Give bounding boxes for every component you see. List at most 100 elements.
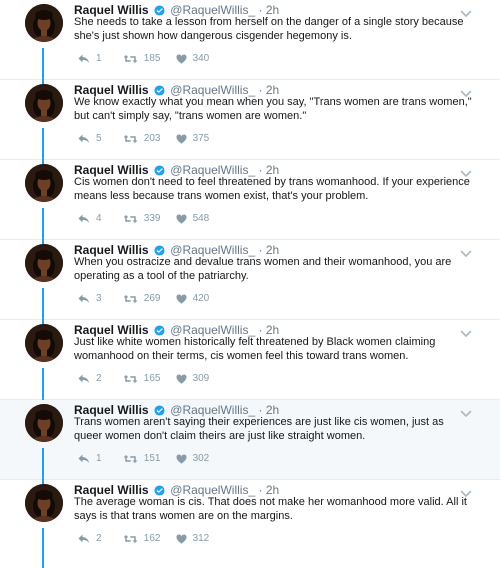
like-button[interactable]: 375 [176,133,216,144]
retweet-count: 203 [143,133,161,144]
tweet-text: Cis women don't need to feel threatened … [74,176,470,202]
like-button[interactable]: 548 [176,213,216,224]
avatar[interactable] [25,484,63,522]
reply-button[interactable]: 4 [78,213,120,224]
retweet-icon [123,454,138,463]
chevron-down-icon[interactable] [460,165,472,177]
tweet[interactable]: Raquel Willis @RaquelWillis_ · 2h She ne… [0,0,500,86]
avatar[interactable] [25,404,63,442]
author-name[interactable]: Raquel Willis [74,483,149,497]
tweet-timestamp[interactable]: 2h [266,323,279,337]
like-count: 548 [192,213,210,224]
retweet-button[interactable]: 162 [123,533,173,544]
separator-dot: · [258,163,263,177]
author-handle[interactable]: @RaquelWillis_ [170,3,255,17]
separator-dot: · [258,83,263,97]
retweet-icon [123,534,138,543]
author-name[interactable]: Raquel Willis [74,243,149,257]
reply-count: 4 [96,213,102,224]
avatar[interactable] [25,84,63,122]
retweet-button[interactable]: 203 [123,133,173,144]
reply-button[interactable]: 2 [78,533,120,544]
reply-count: 5 [96,133,102,144]
heart-icon [176,453,187,464]
author-name[interactable]: Raquel Willis [74,3,149,17]
like-button[interactable]: 312 [176,533,216,544]
tweet-timestamp[interactable]: 2h [266,403,279,417]
tweet-timestamp[interactable]: 2h [266,243,279,257]
reply-icon [78,454,89,463]
like-button[interactable]: 340 [176,53,216,64]
author-handle[interactable]: @RaquelWillis_ [170,403,255,417]
tweet-timestamp[interactable]: 2h [266,3,279,17]
chevron-down-icon[interactable] [460,245,472,257]
retweet-button[interactable]: 185 [123,53,173,64]
reply-button[interactable]: 1 [78,453,120,464]
author-name[interactable]: Raquel Willis [74,83,149,97]
reply-icon [78,534,89,543]
retweet-button[interactable]: 269 [123,293,173,304]
author-name[interactable]: Raquel Willis [74,163,149,177]
avatar[interactable] [25,244,63,282]
retweet-icon [123,294,138,303]
author-name[interactable]: Raquel Willis [74,323,149,337]
tweet-text: We know exactly what you mean when you s… [74,96,472,122]
like-button[interactable]: 420 [176,293,216,304]
reply-count: 1 [96,53,102,64]
author-handle[interactable]: @RaquelWillis_ [170,163,255,177]
avatar[interactable] [25,4,63,42]
retweet-count: 269 [143,293,161,304]
heart-icon [176,53,187,64]
like-count: 375 [192,133,210,144]
author-handle[interactable]: @RaquelWillis_ [170,483,255,497]
tweet-timestamp[interactable]: 2h [266,83,279,97]
tweet-timestamp[interactable]: 2h [266,483,279,497]
tweet-thread: Raquel Willis @RaquelWillis_ · 2h She ne… [0,0,500,568]
tweet[interactable]: Raquel Willis @RaquelWillis_ · 2h The av… [0,480,500,568]
like-count: 420 [192,293,210,304]
tweet-text: Trans women aren't saying their experien… [74,416,444,442]
author-handle[interactable]: @RaquelWillis_ [170,83,255,97]
tweet[interactable]: Raquel Willis @RaquelWillis_ · 2h Just l… [0,320,500,406]
retweet-icon [123,374,138,383]
heart-icon [176,293,187,304]
tweet-actions: 4 339 548 [78,213,216,224]
retweet-count: 151 [143,453,161,464]
reply-button[interactable]: 3 [78,293,120,304]
reply-button[interactable]: 1 [78,53,120,64]
author-handle[interactable]: @RaquelWillis_ [170,323,255,337]
tweet-actions: 3 269 420 [78,293,216,304]
retweet-button[interactable]: 339 [123,213,173,224]
tweet-actions: 2 165 309 [78,373,216,384]
chevron-down-icon[interactable] [460,485,472,497]
tweet[interactable]: Raquel Willis @RaquelWillis_ · 2h When y… [0,240,500,326]
heart-icon [176,133,187,144]
tweet[interactable]: Raquel Willis @RaquelWillis_ · 2h Cis wo… [0,160,500,246]
author-name[interactable]: Raquel Willis [74,403,149,417]
tweet-timestamp[interactable]: 2h [266,163,279,177]
separator-dot: · [258,483,263,497]
tweet-text: She needs to take a lesson from herself … [74,16,464,42]
tweet[interactable]: Raquel Willis @RaquelWillis_ · 2h Trans … [0,400,500,486]
separator-dot: · [258,243,263,257]
like-count: 309 [192,373,210,384]
retweet-button[interactable]: 151 [123,453,173,464]
like-count: 312 [192,533,210,544]
chevron-down-icon[interactable] [460,405,472,417]
retweet-button[interactable]: 165 [123,373,173,384]
chevron-down-icon[interactable] [460,5,472,17]
like-button[interactable]: 309 [176,373,216,384]
tweet[interactable]: Raquel Willis @RaquelWillis_ · 2h We kno… [0,80,500,166]
retweet-count: 185 [143,53,161,64]
author-handle[interactable]: @RaquelWillis_ [170,243,255,257]
like-count: 302 [192,453,210,464]
avatar[interactable] [25,324,63,362]
chevron-down-icon[interactable] [460,85,472,97]
chevron-down-icon[interactable] [460,325,472,337]
reply-icon [78,214,89,223]
reply-button[interactable]: 2 [78,373,120,384]
avatar[interactable] [25,164,63,202]
reply-button[interactable]: 5 [78,133,120,144]
heart-icon [176,373,187,384]
like-button[interactable]: 302 [176,453,216,464]
